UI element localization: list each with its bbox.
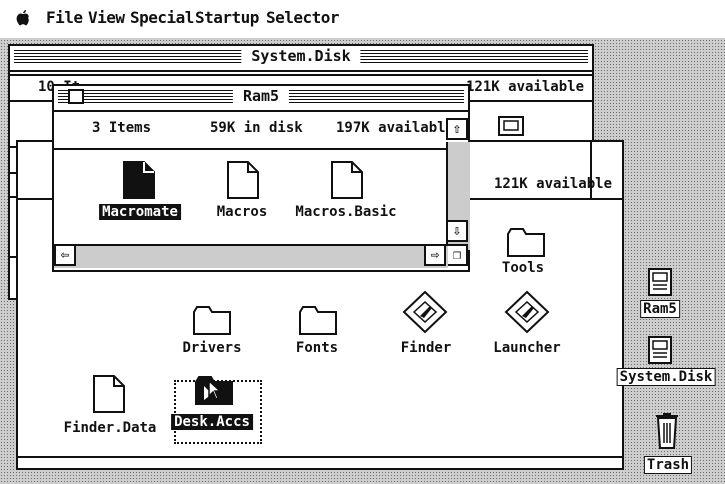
folder-icon[interactable] xyxy=(298,304,338,336)
menu-view[interactable]: View xyxy=(88,8,125,27)
menu-special[interactable]: Special xyxy=(130,8,194,27)
menu-selector[interactable]: Selector xyxy=(266,8,340,27)
document-icon[interactable] xyxy=(92,374,126,414)
trash-icon[interactable] xyxy=(654,410,680,450)
icon-label-tools: Tools xyxy=(501,260,545,276)
close-box[interactable] xyxy=(68,89,84,104)
ram5-title-bar[interactable]: Ram5 xyxy=(54,86,468,112)
icon-label-desk-accs: Desk.Accs xyxy=(171,414,253,430)
menu-bar: File View Special Startup Selector xyxy=(0,0,725,38)
available-space: 121K available xyxy=(466,79,585,95)
pointer-icon xyxy=(208,380,222,400)
file-label-macros-basic: Macros.Basic xyxy=(295,204,397,220)
disk-info-icon xyxy=(498,116,524,136)
horizontal-scrollbar[interactable] xyxy=(54,244,448,268)
menu-file[interactable]: File xyxy=(46,8,83,27)
available-space: 197K available xyxy=(336,120,455,136)
system-disk-title-bar[interactable]: System.Disk xyxy=(10,46,592,72)
desktop-label-system-disk: System.Disk xyxy=(616,368,716,386)
disk-icon[interactable] xyxy=(648,336,672,364)
folder-icon[interactable] xyxy=(506,226,546,258)
window-title: System.Disk xyxy=(241,47,361,65)
file-label-macromate: Macromate xyxy=(99,204,181,220)
document-icon[interactable] xyxy=(330,160,364,200)
icon-label-drivers: Drivers xyxy=(182,340,242,356)
icon-label-finder: Finder xyxy=(400,340,452,356)
ram5-window[interactable]: Ram5 3 Items 59K in disk 197K available … xyxy=(52,84,470,272)
icon-label-launcher: Launcher xyxy=(493,340,561,356)
document-icon[interactable] xyxy=(122,160,156,200)
desktop-label-ram5: Ram5 xyxy=(640,300,680,318)
document-icon[interactable] xyxy=(226,160,260,200)
ram-disk-icon[interactable] xyxy=(648,268,672,296)
disk-usage: 59K in disk xyxy=(210,120,303,136)
scroll-up-arrow[interactable]: ⇧ xyxy=(446,118,468,140)
desktop-label-trash: Trash xyxy=(643,456,693,474)
resize-box[interactable]: ❐ xyxy=(446,244,468,266)
menu-startup[interactable]: Startup xyxy=(195,8,259,27)
scroll-down-arrow[interactable]: ⇩ xyxy=(446,220,468,242)
scroll-right-arrow[interactable]: ⇨ xyxy=(424,244,446,266)
items-count: 3 Items xyxy=(92,120,152,136)
icon-label-finder-data: Finder.Data xyxy=(63,420,157,436)
scroll-left-arrow[interactable]: ⇦ xyxy=(54,244,76,266)
application-icon[interactable] xyxy=(504,290,550,334)
folder-icon[interactable] xyxy=(192,304,232,336)
window-title: Ram5 xyxy=(232,87,290,105)
application-icon[interactable] xyxy=(402,290,448,334)
file-label-macros: Macros xyxy=(216,204,268,220)
available-space: 121K available xyxy=(494,176,613,192)
icon-label-fonts: Fonts xyxy=(295,340,339,356)
apple-icon[interactable] xyxy=(16,10,30,26)
